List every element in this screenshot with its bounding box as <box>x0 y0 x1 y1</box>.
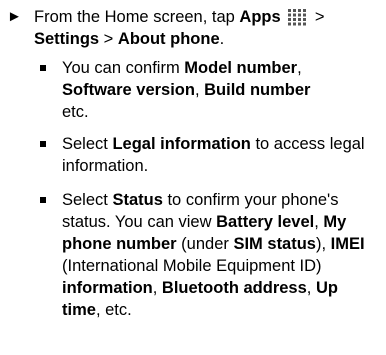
apps-label: Apps <box>239 8 281 26</box>
list-item-text: Select Status to confirm your phone's st… <box>62 189 370 321</box>
text-part: , <box>152 279 162 297</box>
legal-information-label: Legal information <box>112 135 251 153</box>
list-item-text: You can confirm Model number, Software v… <box>62 57 370 123</box>
text-part: You can confirm <box>62 59 185 77</box>
step-text-part: > <box>310 8 325 26</box>
bluetooth-address-label: Bluetooth address <box>161 279 307 297</box>
sim-status-label: SIM status <box>233 235 316 253</box>
step-text: From the Home screen, tap Apps > Setting… <box>34 6 384 50</box>
text-part: , <box>297 59 302 77</box>
list-item-legal-info: Select Legal information to access legal… <box>0 133 370 177</box>
step-arrow: ► <box>7 8 22 25</box>
apps-grid-icon <box>288 9 307 26</box>
text-part: Select <box>62 191 113 209</box>
software-version-label: Software version <box>62 81 195 99</box>
list-item-status: Select Status to confirm your phone's st… <box>0 189 370 321</box>
text-part: , etc. <box>95 301 132 319</box>
model-number-label: Model number <box>184 59 298 77</box>
text-part: (under <box>176 235 234 253</box>
bullet-square <box>40 197 46 203</box>
information-label: information <box>62 279 153 297</box>
step-text-part: From the Home screen, tap <box>34 8 240 26</box>
build-number-label: Build number <box>204 81 311 99</box>
step-text-part: . <box>219 30 225 48</box>
bullet-square <box>40 141 46 147</box>
text-part: ), <box>316 235 331 253</box>
text-part: , <box>194 81 205 99</box>
text-part: , <box>306 279 316 297</box>
instruction-step: ► From the Home screen, tap Apps > Setti… <box>0 6 384 50</box>
list-item-model-info: You can confirm Model number, Software v… <box>0 57 370 123</box>
bullet-square <box>40 65 46 71</box>
text-part: (International Mobile Equipment ID) <box>62 257 322 275</box>
about-phone-label: About phone <box>117 30 220 48</box>
step-text-part: > <box>99 30 118 48</box>
instruction-page: ► From the Home screen, tap Apps > Setti… <box>0 0 386 355</box>
list-item-text: Select Legal information to access legal… <box>62 133 370 177</box>
status-label: Status <box>112 191 163 209</box>
imei-label: IMEI <box>330 235 365 253</box>
text-part: Select <box>62 135 113 153</box>
battery-level-label: Battery level <box>216 213 315 231</box>
text-part: etc. <box>62 103 89 121</box>
settings-label: Settings <box>34 30 100 48</box>
